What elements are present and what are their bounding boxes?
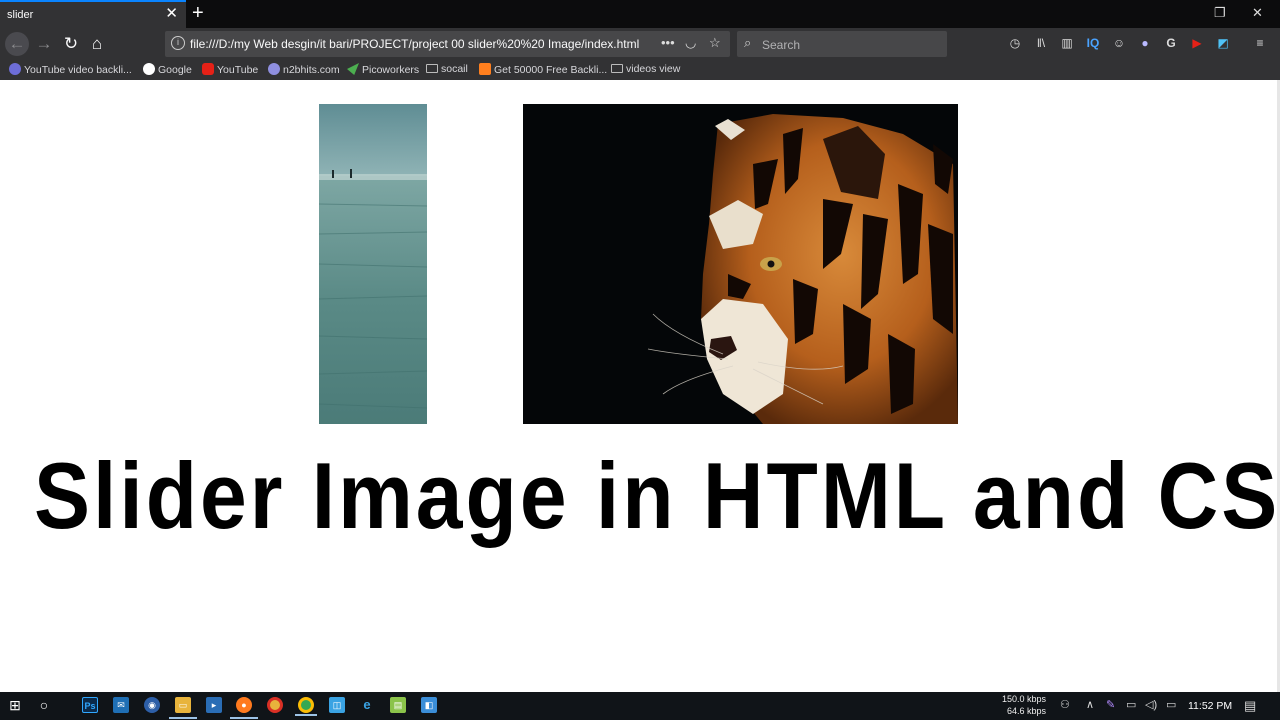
pen-icon[interactable]: ✎ bbox=[1106, 698, 1115, 711]
chrome-icon[interactable] bbox=[267, 697, 283, 713]
bookmarks-bar: YouTube video backli... Google YouTube n… bbox=[0, 60, 1280, 80]
notepad-icon[interactable]: ▤ bbox=[390, 697, 406, 713]
clock[interactable]: 11:52 PM bbox=[1188, 700, 1232, 712]
tab-slider[interactable]: slider ✕ bbox=[0, 0, 186, 28]
search-bar[interactable]: ⌕ Search bbox=[737, 31, 947, 57]
edge-icon[interactable]: e bbox=[359, 697, 375, 713]
network-app-icon[interactable]: ◉ bbox=[144, 697, 160, 713]
bookmark-folder-videos-view[interactable]: videos view bbox=[611, 63, 680, 75]
bookmark-picoworkers[interactable]: Picoworkers bbox=[347, 63, 419, 76]
tab-bar: slider ✕ + ❐ ✕ bbox=[0, 0, 1280, 28]
forward-button[interactable]: → bbox=[33, 33, 55, 55]
terminal-icon[interactable]: ▸ bbox=[206, 697, 222, 713]
bookmark-n2bhits[interactable]: n2bhits.com bbox=[268, 63, 340, 76]
pocket-icon[interactable]: ◡ bbox=[685, 35, 696, 51]
start-icon[interactable]: ⊞ bbox=[7, 697, 23, 713]
back-button[interactable]: ← bbox=[5, 32, 29, 56]
folder-icon bbox=[426, 64, 438, 73]
mail-icon[interactable]: ✉ bbox=[113, 697, 129, 713]
people-icon[interactable]: ⚇ bbox=[1060, 698, 1070, 711]
cortana-icon[interactable]: ○ bbox=[36, 697, 52, 713]
show-hidden-icons[interactable]: ∧ bbox=[1086, 698, 1094, 711]
google-icon bbox=[143, 63, 155, 75]
blogger-icon bbox=[479, 63, 491, 75]
library-icon[interactable]: ‖\ bbox=[1033, 35, 1049, 51]
windows-taskbar: ⊞ ○ Ps ✉ ◉ ▭ ▸ ● ◫ e ▤ ◧ 150.0 kbps 64.6… bbox=[0, 692, 1280, 720]
network-down-speed: 64.6 kbps bbox=[1006, 706, 1046, 716]
info-icon[interactable]: i bbox=[171, 36, 185, 50]
restore-window-icon[interactable]: ❐ bbox=[1214, 5, 1226, 21]
app-icon[interactable]: ◫ bbox=[329, 697, 345, 713]
chrome-alt-icon[interactable] bbox=[295, 697, 317, 716]
bookmark-google[interactable]: Google bbox=[143, 63, 192, 76]
new-tab-button[interactable]: + bbox=[192, 2, 204, 24]
tiger-image bbox=[523, 104, 958, 424]
network-icon[interactable]: ▭ bbox=[1166, 698, 1176, 711]
reload-button[interactable]: ↻ bbox=[60, 33, 82, 55]
sea-image bbox=[319, 104, 427, 424]
search-icon: ⌕ bbox=[744, 35, 752, 50]
notifications-icon[interactable]: ▤ bbox=[1244, 698, 1256, 714]
account-icon[interactable]: ☺ bbox=[1111, 35, 1127, 51]
home-button[interactable]: ⌂ bbox=[86, 33, 108, 55]
network-up-speed: 150.0 kbps bbox=[1001, 694, 1046, 704]
file-explorer-icon[interactable]: ▭ bbox=[169, 697, 197, 719]
bookmark-youtube-backlinks[interactable]: YouTube video backli... bbox=[9, 63, 132, 76]
sea-slide-image bbox=[319, 104, 427, 424]
google-extension-icon[interactable]: G bbox=[1163, 35, 1179, 51]
sidebar-icon[interactable]: ▥ bbox=[1059, 35, 1075, 51]
youtube-icon bbox=[202, 63, 214, 75]
close-window-icon[interactable]: ✕ bbox=[1252, 5, 1263, 21]
url-text[interactable]: file:///D:/my Web desgin/it bari/PROJECT… bbox=[190, 37, 639, 51]
picoworkers-icon bbox=[347, 63, 359, 75]
bookmark-star-icon[interactable]: ☆ bbox=[709, 35, 721, 51]
store-icon[interactable]: ◧ bbox=[421, 697, 437, 713]
iq-extension-icon[interactable]: IQ bbox=[1085, 35, 1101, 51]
url-bar[interactable]: i file:///D:/my Web desgin/it bari/PROJE… bbox=[165, 31, 730, 57]
folder-icon bbox=[611, 64, 623, 73]
volume-icon[interactable]: ◁) bbox=[1145, 698, 1157, 711]
close-tab-icon[interactable]: ✕ bbox=[165, 6, 178, 22]
bookmark-folder-socail[interactable]: socail bbox=[426, 63, 468, 75]
site-icon bbox=[268, 63, 280, 75]
navigation-bar: ← → ↻ ⌂ i file:///D:/my Web desgin/it ba… bbox=[0, 28, 1280, 60]
battery-icon[interactable]: ▭ bbox=[1126, 698, 1136, 711]
bookmark-youtube[interactable]: YouTube bbox=[202, 63, 258, 76]
bookmark-free-backlinks[interactable]: Get 50000 Free Backli... bbox=[479, 63, 607, 76]
history-icon[interactable]: ◷ bbox=[1007, 35, 1023, 51]
search-placeholder: Search bbox=[762, 38, 801, 52]
youtube-tool-icon bbox=[9, 63, 21, 75]
firefox-icon[interactable]: ● bbox=[230, 697, 258, 719]
web-page: Slider Image in HTML and CSS bbox=[0, 80, 1280, 692]
page-headline: Slider Image in HTML and CSS bbox=[34, 443, 1280, 549]
youtube-extension-icon[interactable]: ▶ bbox=[1189, 35, 1205, 51]
network-speed: 150.0 kbps 64.6 kbps bbox=[996, 693, 1046, 717]
page-actions-icon[interactable]: ••• bbox=[661, 35, 675, 50]
translate-extension-icon[interactable]: ◩ bbox=[1215, 35, 1231, 51]
tiger-slide-image bbox=[523, 104, 958, 424]
extension-icon[interactable]: ● bbox=[1137, 35, 1153, 51]
photoshop-icon[interactable]: Ps bbox=[82, 697, 98, 713]
tab-title: slider bbox=[7, 9, 34, 21]
menu-icon[interactable]: ≡ bbox=[1252, 35, 1268, 51]
